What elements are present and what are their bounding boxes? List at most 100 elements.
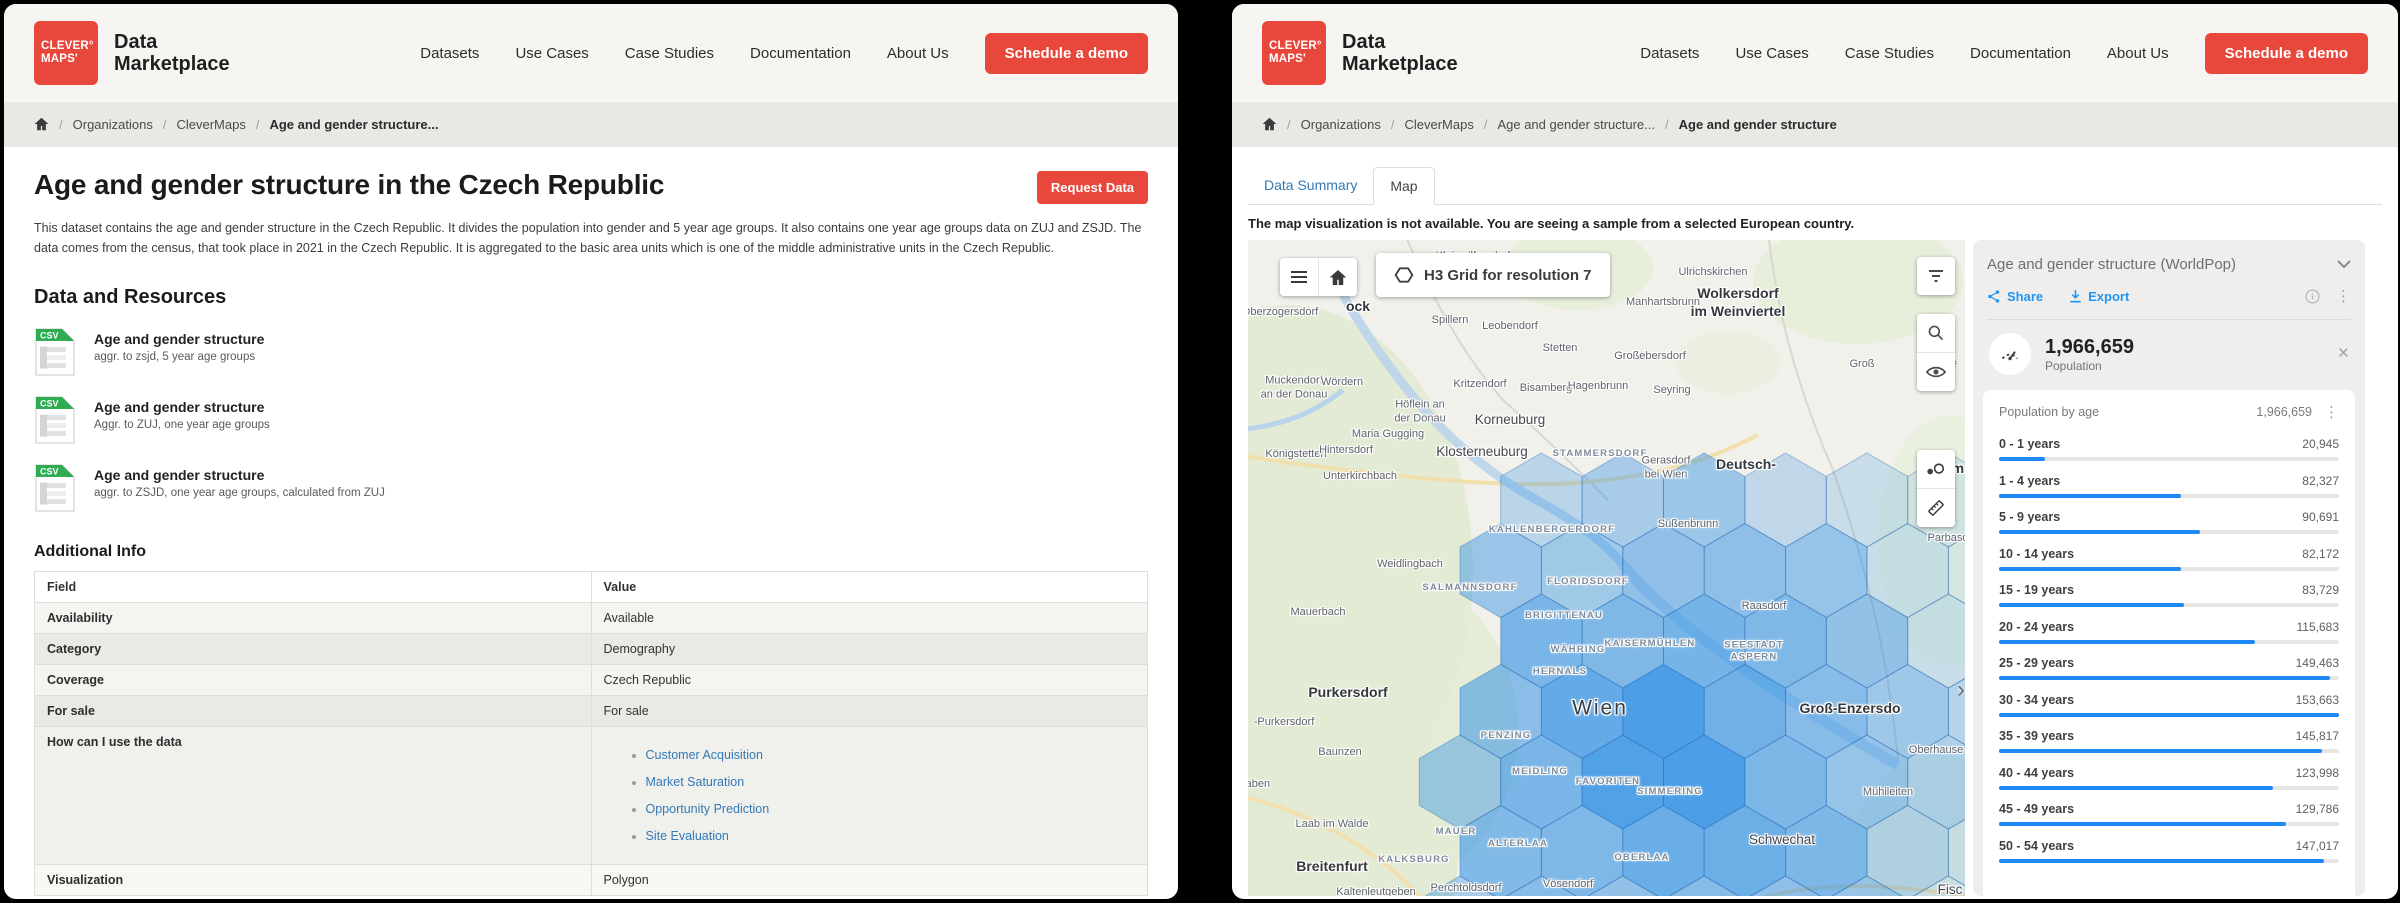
brand[interactable]: CLEVER° MAPS' Data Marketplace <box>1262 21 1458 85</box>
breadcrumb-item[interactable]: CleverMaps <box>1404 117 1473 132</box>
nav-item-about-us[interactable]: About Us <box>887 45 949 62</box>
tab-data-summary[interactable]: Data Summary <box>1248 167 1373 204</box>
age-group-row: 1 - 4 years82,327 <box>1999 474 2339 498</box>
nav-item-datasets[interactable]: Datasets <box>420 45 479 62</box>
card-kebab-menu[interactable]: ⋮ <box>2324 403 2339 421</box>
tab-map[interactable]: Map <box>1373 167 1434 205</box>
use-case-link[interactable]: Opportunity Prediction <box>646 802 770 816</box>
bar-fill <box>1999 749 2322 753</box>
hexagon-icon <box>1394 265 1414 285</box>
bar-track <box>1999 713 2339 717</box>
resource-item[interactable]: CSVAge and gender structureaggr. to ZSJD… <box>34 463 1148 513</box>
breadcrumb-item[interactable]: Organizations <box>1301 117 1381 132</box>
nav-item-case-studies[interactable]: Case Studies <box>1845 45 1934 62</box>
site-header: CLEVER° MAPS' Data Marketplace Datasets U… <box>1232 4 2398 102</box>
breadcrumb: /Organizations/CleverMaps/Age and gender… <box>1232 102 2398 147</box>
value-cell: Polygon <box>591 865 1148 896</box>
age-group-value: 82,172 <box>2302 547 2339 561</box>
nav-item-case-studies[interactable]: Case Studies <box>625 45 714 62</box>
share-button[interactable]: Share <box>1987 289 2043 304</box>
visibility-button[interactable] <box>1917 352 1955 391</box>
nav-item-about-us[interactable]: About Us <box>2107 45 2169 62</box>
resource-title: Age and gender structure <box>94 331 264 347</box>
info-icon[interactable] <box>2305 289 2320 304</box>
brand[interactable]: CLEVER° MAPS' Data Marketplace <box>34 21 230 85</box>
age-group-label: 40 - 44 years <box>1999 766 2074 780</box>
map-toolbar-left <box>1280 258 1357 296</box>
age-group-row: 15 - 19 years83,729 <box>1999 583 2339 607</box>
age-group-row: 45 - 49 years129,786 <box>1999 802 2339 826</box>
bar-fill <box>1999 859 2324 863</box>
value-cell: Available <box>591 603 1148 634</box>
nav-item-use-cases[interactable]: Use Cases <box>515 45 588 62</box>
bar-fill <box>1999 822 2286 826</box>
breadcrumb-item[interactable]: CleverMaps <box>176 117 245 132</box>
age-group-value: 90,691 <box>2302 510 2339 524</box>
export-button[interactable]: Export <box>2069 289 2129 304</box>
window-map-view: CLEVER° MAPS' Data Marketplace Datasets U… <box>1232 4 2398 899</box>
field-cell: For sale <box>35 696 592 727</box>
breadcrumb-item[interactable]: Age and gender structure... <box>1497 117 1655 132</box>
csv-file-icon: CSV <box>34 395 76 445</box>
table-row: CategoryDemography <box>35 634 1148 665</box>
resource-item[interactable]: CSVAge and gender structureaggr. to zsjd… <box>34 327 1148 377</box>
nav-item-datasets[interactable]: Datasets <box>1640 45 1699 62</box>
age-group-value: 83,729 <box>2302 583 2339 597</box>
main-nav: Datasets Use Cases Case Studies Documentati… <box>1640 33 2368 74</box>
field-cell: Visualization <box>35 865 592 896</box>
request-data-button[interactable]: Request Data <box>1037 171 1148 204</box>
resource-title: Age and gender structure <box>94 467 385 483</box>
use-case-link[interactable]: Market Saturation <box>646 775 745 789</box>
home-icon[interactable] <box>34 117 49 131</box>
bar-track <box>1999 859 2339 863</box>
site-title: Data Marketplace <box>1342 31 1458 75</box>
site-title: Data Marketplace <box>114 31 230 75</box>
panel-kebab-menu[interactable]: ⋮ <box>2336 287 2351 305</box>
age-group-label: 0 - 1 years <box>1999 437 2060 451</box>
close-icon[interactable]: × <box>2338 343 2349 365</box>
svg-text:CSV: CSV <box>40 467 59 477</box>
card-total: 1,966,659 <box>2256 405 2312 419</box>
breadcrumb-separator: / <box>1391 117 1395 132</box>
age-group-value: 147,017 <box>2296 839 2339 853</box>
bar-track <box>1999 567 2339 571</box>
field-cell: Coverage <box>35 665 592 696</box>
age-group-label: 5 - 9 years <box>1999 510 2060 524</box>
age-group-value: 149,463 <box>2296 656 2339 670</box>
resource-subtitle: aggr. to zsjd, 5 year age groups <box>94 351 264 363</box>
map-app: Data SummaryMap The map visualization is… <box>1232 147 2398 896</box>
eye-icon <box>1926 365 1946 379</box>
filter-icon <box>1928 269 1944 283</box>
nav-item-documentation[interactable]: Documentation <box>1970 45 2071 62</box>
age-group-row: 50 - 54 years147,017 <box>1999 839 2339 863</box>
clevermaps-logo: CLEVER° MAPS' <box>34 21 98 85</box>
age-group-row: 30 - 34 years153,663 <box>1999 693 2339 717</box>
panel-collapse-chevron[interactable]: › <box>1957 676 1965 704</box>
home-button[interactable] <box>1318 258 1357 296</box>
nav-item-use-cases[interactable]: Use Cases <box>1735 45 1808 62</box>
bar-fill <box>1999 713 2339 717</box>
tab-bar: Data SummaryMap <box>1248 147 2382 205</box>
measure-button[interactable] <box>1917 488 1955 527</box>
breadcrumb-item[interactable]: Organizations <box>73 117 153 132</box>
bar-fill <box>1999 786 2273 790</box>
search-button[interactable] <box>1917 314 1955 352</box>
point-display-button[interactable] <box>1917 450 1955 488</box>
menu-button[interactable] <box>1280 258 1318 296</box>
resource-item[interactable]: CSVAge and gender structureAggr. to ZUJ,… <box>34 395 1148 445</box>
h3-grid-chip[interactable]: H3 Grid for resolution 7 <box>1376 253 1610 297</box>
age-group-label: 20 - 24 years <box>1999 620 2074 634</box>
field-cell: Category <box>35 634 592 665</box>
use-case-link[interactable]: Customer Acquisition <box>646 748 763 762</box>
chevron-down-icon[interactable] <box>2337 260 2351 269</box>
resource-subtitle: Aggr. to ZUJ, one year age groups <box>94 419 270 431</box>
home-icon[interactable] <box>1262 117 1277 131</box>
filter-button[interactable] <box>1917 257 1955 295</box>
schedule-demo-button[interactable]: Schedule a demo <box>985 33 1148 74</box>
schedule-demo-button[interactable]: Schedule a demo <box>2205 33 2368 74</box>
table-header: Value <box>591 572 1148 603</box>
display-tools-group <box>1917 450 1955 527</box>
use-case-link[interactable]: Site Evaluation <box>646 829 729 843</box>
nav-item-documentation[interactable]: Documentation <box>750 45 851 62</box>
map-canvas[interactable]: KleinwilfersdorfückersdorfUlrichskirchen… <box>1248 240 1965 896</box>
